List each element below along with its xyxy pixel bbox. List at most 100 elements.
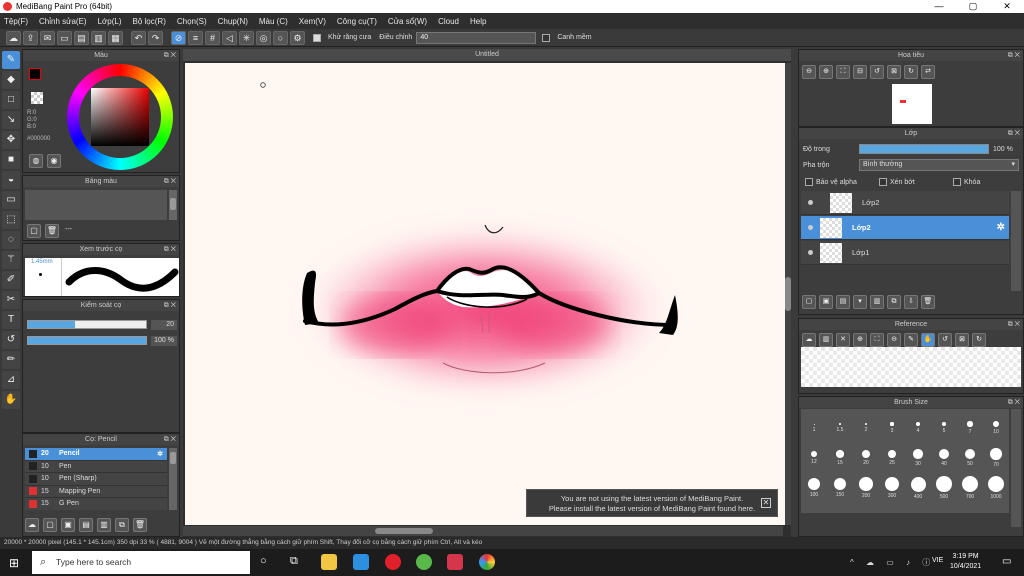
brush-size-value[interactable]: 20 [151, 320, 177, 330]
brush-item-g-pen[interactable]: 15 G Pen [25, 498, 167, 510]
color-mode-icon[interactable]: ◍ [29, 154, 43, 168]
rotate-left-icon[interactable]: ↺ [870, 65, 884, 79]
chrome-icon[interactable] [479, 554, 495, 570]
brush-size-option[interactable]: 700 [957, 473, 983, 503]
redo-icon[interactable]: ↷ [148, 30, 163, 45]
panel-close-icon[interactable]: ⧉ ✕ [164, 244, 176, 255]
brush-copy-icon[interactable]: ▤ [79, 518, 93, 532]
operation-tool-icon[interactable]: ↺ [2, 331, 20, 349]
rotate-right-icon[interactable]: ↻ [904, 65, 918, 79]
panel-close-icon[interactable]: ⧉ ✕ [1008, 50, 1020, 61]
gradient-tool-icon[interactable]: ▭ [2, 191, 20, 209]
notification-icon[interactable]: ▭ [1002, 556, 1011, 567]
brush-add-menu-icon[interactable]: ▣ [61, 518, 75, 532]
brush-opacity-slider[interactable] [27, 336, 147, 345]
layer-item[interactable]: Lớp2 [801, 191, 1009, 215]
brush-opacity-value[interactable]: 100 % [151, 336, 177, 346]
menu-layer[interactable]: Lớp(L) [98, 17, 122, 26]
brush-item-pen-sharp[interactable]: 10 Pen (Sharp) [25, 473, 167, 486]
brush-size-option[interactable]: 30 [905, 443, 931, 473]
antialias-checkbox[interactable] [313, 33, 321, 42]
new-halftone-layer-icon[interactable]: ▣ [819, 295, 833, 309]
text-tool-icon[interactable]: T [2, 311, 20, 329]
protect-alpha-option[interactable]: Bảo vệ alpha [805, 178, 857, 186]
close-button[interactable]: ✕ [990, 0, 1024, 13]
medibang-task-icon[interactable] [447, 554, 463, 570]
brush-list-scrollbar[interactable] [169, 448, 177, 510]
mail-icon[interactable] [353, 554, 369, 570]
document-tab[interactable]: Untitled [183, 49, 791, 61]
visibility-icon[interactable] [808, 250, 813, 255]
zoom-out-icon[interactable]: ⊖ [802, 65, 816, 79]
menu-view[interactable]: Xem(V) [299, 17, 326, 26]
brush-size-option[interactable]: 15 [827, 443, 853, 473]
new-8bit-layer-icon[interactable]: ▤ [836, 295, 850, 309]
new-layer-icon[interactable]: ▢ [802, 295, 816, 309]
fit-icon[interactable]: ⛶ [836, 65, 850, 79]
ref-zoom-in-icon[interactable]: ⊕ [853, 333, 867, 347]
reset-view-icon[interactable]: ⊠ [887, 65, 901, 79]
update-notice[interactable]: You are not using the latest version of … [526, 489, 778, 517]
lock-option[interactable]: Khóa [953, 178, 980, 186]
comment-icon[interactable]: ✉ [40, 30, 55, 45]
undo-icon[interactable]: ↶ [131, 30, 146, 45]
fill-rect-tool-icon[interactable]: ■ [2, 151, 20, 169]
circle-snap-icon[interactable]: ◎ [256, 30, 271, 45]
menu-window[interactable]: Cửa sổ(W) [388, 17, 427, 26]
brush-cloud-icon[interactable]: ☁ [25, 518, 39, 532]
brush-size-option[interactable]: 300 [879, 473, 905, 503]
bucket-tool-icon[interactable]: ◒ [2, 171, 20, 189]
reference-area[interactable] [801, 347, 1021, 387]
brush-size-option[interactable]: 150 [827, 473, 853, 503]
upload-icon[interactable]: ⇪ [23, 30, 38, 45]
grid-snap-icon[interactable]: # [205, 30, 220, 45]
drawing-canvas[interactable] [185, 63, 785, 525]
protect-alpha-checkbox[interactable] [805, 178, 813, 186]
gear-icon[interactable]: ✲ [997, 222, 1005, 233]
palette-scrollbar[interactable] [169, 190, 177, 220]
brush-size-option[interactable]: 7 [957, 413, 983, 443]
chat-icon[interactable]: ▭ [57, 30, 72, 45]
ref-close-icon[interactable]: ✕ [836, 333, 850, 347]
brush-tool-icon[interactable]: ✎ [2, 51, 20, 69]
pages-icon[interactable]: ▥ [91, 30, 106, 45]
delete-layer-icon[interactable]: 🗑 [921, 295, 935, 309]
taskbar-search[interactable]: Type here to search [32, 551, 250, 574]
panel-close-icon[interactable]: ⧉ ✕ [164, 176, 176, 187]
zoom-in-icon[interactable]: ⊕ [819, 65, 833, 79]
clipping-checkbox[interactable] [879, 178, 887, 186]
color-history-icon[interactable]: ◉ [47, 154, 61, 168]
eraser-tool-icon[interactable]: ◆ [2, 71, 20, 89]
lock-checkbox[interactable] [953, 178, 961, 186]
brush-size-option[interactable]: 10 [983, 413, 1009, 443]
panel-close-icon[interactable]: ⧉ ✕ [1008, 128, 1020, 139]
clock[interactable]: 3:19 PM 10/4/2021 [950, 552, 981, 572]
brush-delete-icon[interactable]: 🗑 [133, 518, 147, 532]
panel-close-icon[interactable]: ⧉ ✕ [1008, 319, 1020, 330]
menu-filter[interactable]: Bộ lọc(R) [133, 17, 166, 26]
line-tool-icon[interactable]: ↘ [2, 111, 20, 129]
brush-size-slider[interactable] [27, 320, 147, 329]
brush-size-option[interactable]: 1.5 [827, 413, 853, 443]
delete-palette-icon[interactable]: 🗑 [45, 224, 59, 238]
brush-size-option[interactable]: 3 [879, 413, 905, 443]
menu-file[interactable]: Tệp(F) [4, 17, 28, 26]
ref-open-icon[interactable]: ▥ [819, 333, 833, 347]
brush-size-option[interactable]: 12 [801, 443, 827, 473]
brush-duplicate-icon[interactable]: ⧉ [115, 518, 129, 532]
magic-wand-icon[interactable]: ⚚ [2, 251, 20, 269]
brush-size-option[interactable]: 100 [801, 473, 827, 503]
brush-add-icon[interactable]: ▢ [43, 518, 57, 532]
maximize-button[interactable]: ▢ [956, 0, 990, 13]
panel-close-icon[interactable]: ⧉ ✕ [164, 300, 176, 311]
ref-reset-icon[interactable]: ⊠ [955, 333, 969, 347]
brush-size-option[interactable]: 200 [853, 473, 879, 503]
brush-size-option[interactable]: 500 [931, 473, 957, 503]
ref-rotate-left-icon[interactable]: ↺ [938, 333, 952, 347]
brush-size-option[interactable]: 40 [931, 443, 957, 473]
hand-tool-icon[interactable]: ✋ [2, 391, 20, 409]
brush-folder-icon[interactable]: ▥ [97, 518, 111, 532]
brush-size-option[interactable]: 50 [957, 443, 983, 473]
divide-tool-icon[interactable]: ✏ [2, 351, 20, 369]
navigator-thumbnail[interactable] [892, 84, 932, 124]
